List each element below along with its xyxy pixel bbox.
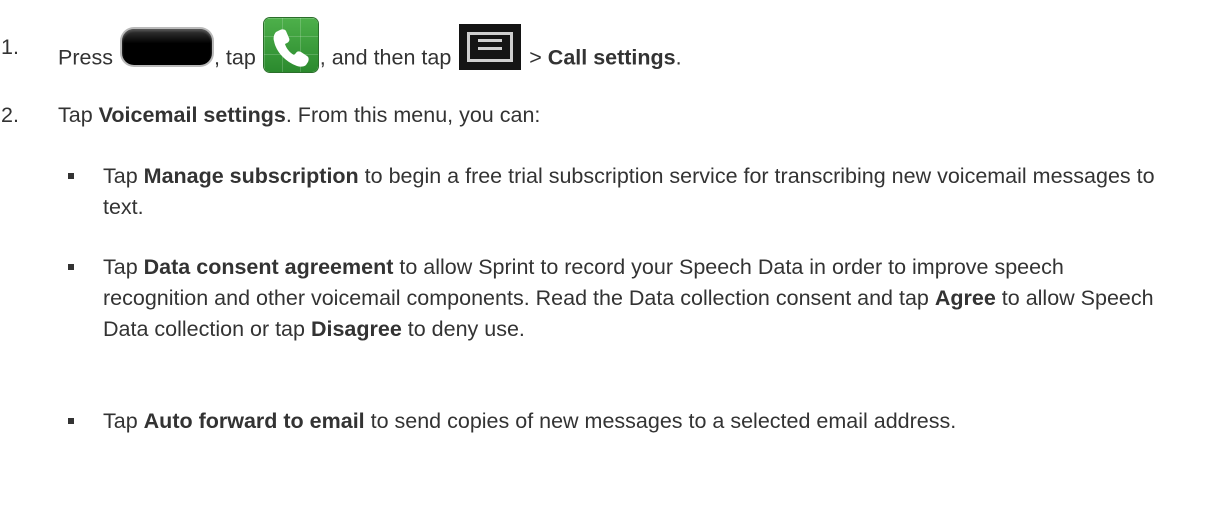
step-number: 2. [1, 103, 19, 127]
call-settings-term: Call settings [547, 45, 676, 70]
manage-subscription-term: Manage subscription [143, 164, 359, 188]
list-item: Tap Auto forward to email to send copies… [103, 406, 1163, 437]
list-item: Tap Manage subscription to begin a free … [103, 161, 1163, 223]
step-word-tap: , tap [213, 45, 256, 70]
step-number: 1. [1, 35, 19, 59]
document-page: 1. Press , tap , and then tap > Call set… [0, 0, 1215, 521]
voicemail-settings-term: Voicemail settings [98, 103, 286, 127]
phone-app-icon [263, 18, 318, 72]
step-word-and-then-tap: , and then tap [319, 45, 452, 70]
step-text: Press , tap , and then tap > Call settin… [58, 18, 682, 86]
list-item: Tap Data consent agreement to allow Spri… [103, 252, 1163, 345]
agree-term: Agree [934, 286, 996, 310]
step-word-press: Press [58, 45, 113, 70]
home-key-icon [121, 29, 212, 65]
step-word-tap: Tap [58, 103, 93, 127]
step-gt: > [529, 45, 542, 70]
auto-forward-to-email-term: Auto forward to email [143, 409, 365, 433]
item-text: to send copies of new messages to a sele… [364, 409, 957, 433]
item-tap: Tap [103, 164, 138, 188]
menu-key-icon [459, 24, 522, 70]
item-text-part-3: to deny use. [401, 317, 525, 341]
data-consent-agreement-term: Data consent agreement [143, 255, 394, 279]
disagree-term: Disagree [310, 317, 402, 341]
item-tap: Tap [103, 409, 138, 433]
step-rest: . From this menu, you can: [285, 103, 541, 127]
bullet-marker [68, 418, 74, 424]
step-text: Tap Voicemail settings. From this menu, … [58, 100, 540, 130]
bullet-marker [68, 173, 74, 179]
step-period: . [675, 45, 682, 70]
item-tap: Tap [103, 255, 138, 279]
bullet-marker [68, 264, 74, 270]
